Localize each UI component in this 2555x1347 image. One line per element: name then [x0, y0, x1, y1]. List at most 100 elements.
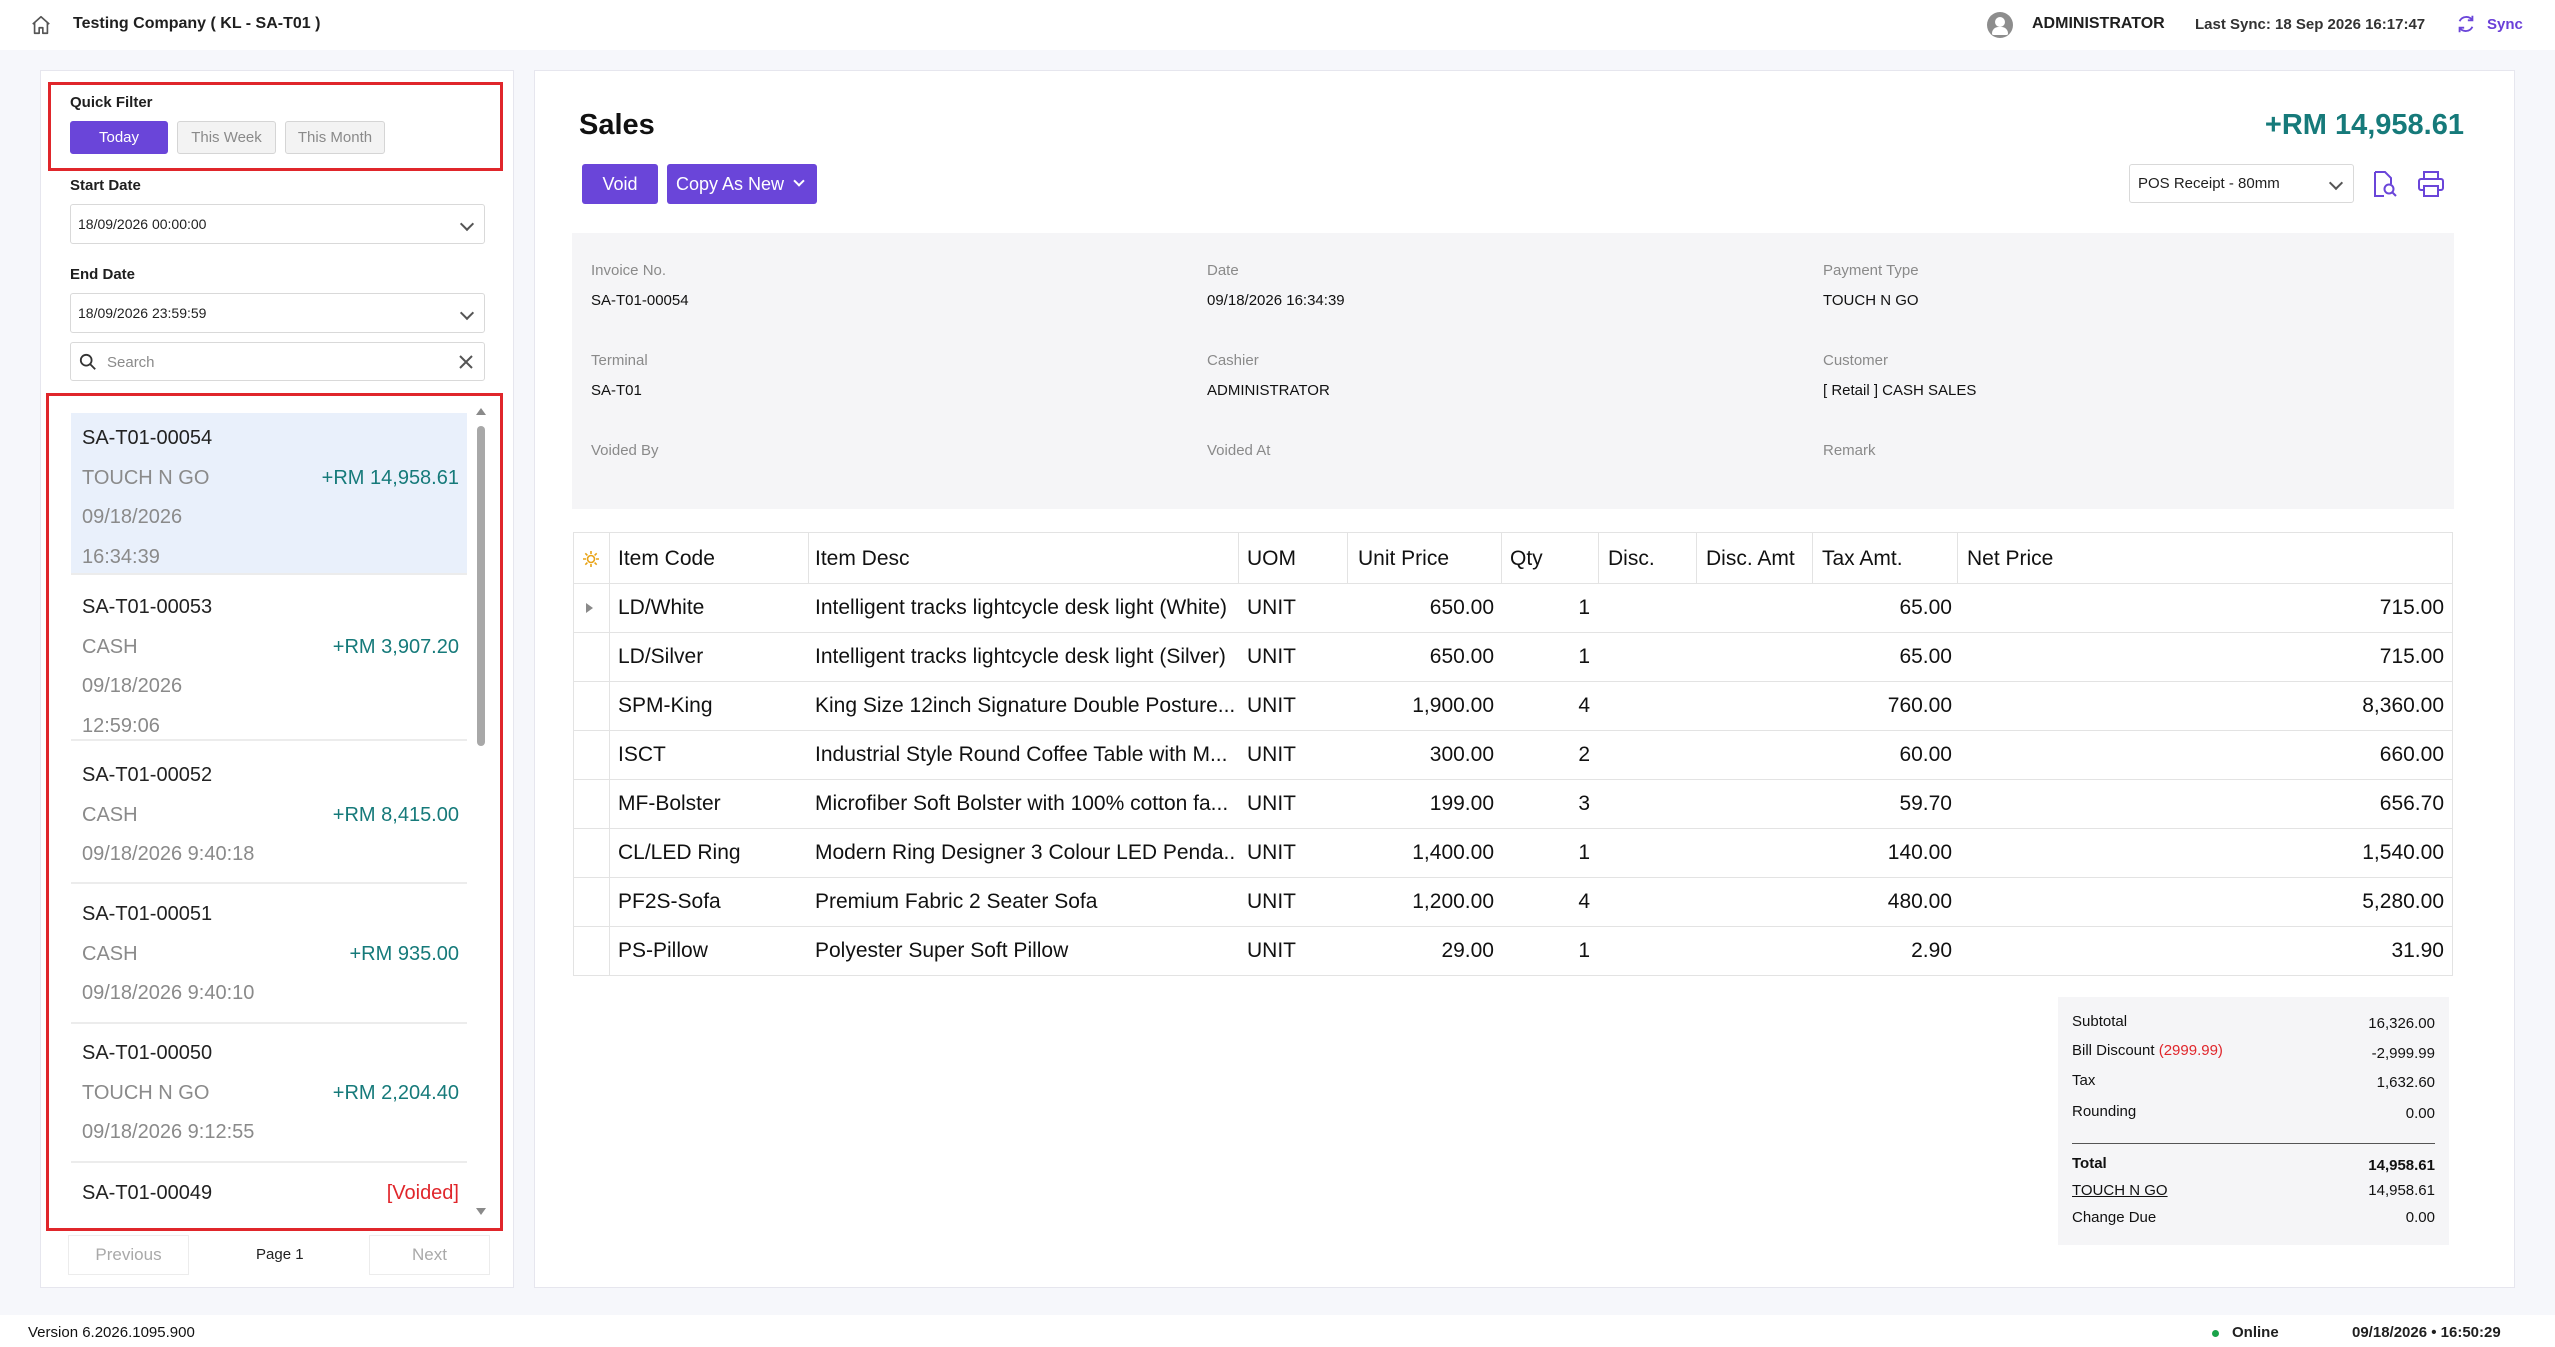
payment-type: CASH	[82, 804, 138, 826]
sale-date: 09/18/2026	[82, 675, 183, 697]
sync-icon[interactable]	[2455, 13, 2477, 35]
search-box	[70, 342, 485, 381]
col-item-desc[interactable]: Item Desc	[815, 547, 910, 571]
tax-amt-cell: 65.00	[1899, 645, 1952, 668]
column-settings-icon[interactable]	[582, 550, 600, 568]
expand-arrow-icon[interactable]	[586, 603, 593, 613]
table-row[interactable]: CL/LED Ring Modern Ring Designer 3 Colou…	[573, 829, 2453, 878]
print-preview-icon[interactable]	[2370, 170, 2398, 198]
bill-discount-amount-note: (2999.99)	[2158, 1042, 2223, 1059]
end-date-field[interactable]: 18/09/2026 23:59:59	[70, 293, 485, 333]
sync-button[interactable]: Sync	[2487, 16, 2523, 33]
filter-this-week-button[interactable]: This Week	[177, 121, 276, 154]
start-date-field[interactable]: 18/09/2026 00:00:00	[70, 204, 485, 244]
filter-this-month-button[interactable]: This Month	[285, 121, 385, 154]
customer-label: Customer	[1823, 352, 1889, 369]
copy-as-new-button[interactable]: Copy As New	[667, 164, 817, 204]
col-qty[interactable]: Qty	[1510, 547, 1543, 571]
sale-time: 16:34:39	[82, 546, 160, 568]
col-disc[interactable]: Disc.	[1608, 547, 1655, 571]
column-divider	[609, 533, 610, 583]
col-item-code[interactable]: Item Code	[618, 547, 715, 571]
cashier-value: ADMINISTRATOR	[1207, 382, 1330, 399]
item-desc-cell: Premium Fabric 2 Seater Sofa	[815, 890, 1098, 913]
bill-discount-value: -2,999.99	[2371, 1045, 2435, 1062]
uom-cell: UNIT	[1247, 596, 1296, 619]
col-tax-amt[interactable]: Tax Amt.	[1822, 547, 1903, 571]
tax-amt-cell: 65.00	[1899, 596, 1952, 619]
next-page-button[interactable]: Next	[369, 1235, 490, 1275]
rounding-value: 0.00	[2405, 1105, 2435, 1122]
sale-amount: +RM 3,907.20	[332, 636, 459, 658]
customer-value: [ Retail ] CASH SALES	[1823, 382, 1977, 399]
col-disc-amt[interactable]: Disc. Amt	[1706, 547, 1795, 571]
user-avatar-icon[interactable]	[1987, 12, 2013, 38]
col-net-price[interactable]: Net Price	[1967, 547, 2053, 571]
sales-list-item[interactable]: SA-T01-00049 [Voided]	[71, 1165, 467, 1228]
tax-amt-cell: 60.00	[1899, 743, 1952, 766]
column-divider	[1696, 533, 1697, 583]
sale-amount: +RM 14,958.61	[321, 467, 459, 489]
invoice-number: SA-T01-00049	[82, 1182, 213, 1204]
table-row[interactable]: PF2S-Sofa Premium Fabric 2 Seater Sofa U…	[573, 878, 2453, 927]
sales-list-item[interactable]: SA-T01-00053 CASH +RM 3,907.20 09/18/202…	[71, 579, 467, 741]
net-price-cell: 1,540.00	[2362, 841, 2444, 864]
invoice-no-value: SA-T01-00054	[591, 292, 689, 309]
net-price-cell: 660.00	[2379, 743, 2444, 766]
table-row[interactable]: SPM-King King Size 12inch Signature Doub…	[573, 682, 2453, 731]
sales-list-item[interactable]: SA-T01-00054 TOUCH N GO +RM 14,958.61 09…	[71, 413, 467, 575]
receipt-format-select[interactable]: POS Receipt - 80mm	[2129, 164, 2354, 203]
filter-today-button[interactable]: Today	[70, 121, 168, 154]
items-table-header: Item Code Item Desc UOM Unit Price Qty D…	[573, 532, 2453, 584]
sales-list-item[interactable]: SA-T01-00051 CASH +RM 935.00 09/18/2026 …	[71, 886, 467, 1024]
net-price-cell: 715.00	[2379, 645, 2444, 668]
sale-amount: +RM 8,415.00	[332, 804, 459, 826]
void-button[interactable]: Void	[582, 164, 658, 204]
close-icon[interactable]	[458, 354, 474, 370]
col-uom[interactable]: UOM	[1247, 547, 1296, 571]
payment-method-link[interactable]: TOUCH N GO	[2072, 1182, 2168, 1199]
voided-at-label: Voided At	[1207, 442, 1271, 459]
item-code-cell: LD/White	[618, 596, 705, 619]
column-divider	[1501, 533, 1502, 583]
column-divider	[609, 878, 610, 926]
print-icon[interactable]	[2416, 169, 2446, 199]
item-desc-cell: King Size 12inch Signature Double Postur…	[815, 694, 1235, 717]
uom-cell: UNIT	[1247, 694, 1296, 717]
item-code-cell: PS-Pillow	[618, 939, 708, 962]
table-row[interactable]: PS-Pillow Polyester Super Soft Pillow UN…	[573, 927, 2453, 976]
version-text: Version 6.2026.1095.900	[28, 1324, 195, 1341]
scroll-up-arrow-icon[interactable]	[476, 408, 486, 415]
total-label: Total	[2072, 1155, 2107, 1172]
sales-list-item[interactable]: SA-T01-00052 CASH +RM 8,415.00 09/18/202…	[71, 746, 467, 884]
col-unit-price[interactable]: Unit Price	[1358, 547, 1449, 571]
unit-price-cell: 1,900.00	[1412, 694, 1494, 717]
search-icon	[79, 353, 96, 370]
sale-time: 12:59:06	[82, 715, 160, 737]
net-price-cell: 656.70	[2379, 792, 2444, 815]
user-name[interactable]: ADMINISTRATOR	[2032, 15, 2165, 33]
current-datetime: 09/18/2026 • 16:50:29	[2352, 1324, 2501, 1341]
item-code-cell: MF-Bolster	[618, 792, 721, 815]
search-input[interactable]	[107, 349, 437, 375]
home-icon[interactable]	[30, 14, 52, 36]
payment-type: TOUCH N GO	[82, 1082, 210, 1104]
uom-cell: UNIT	[1247, 890, 1296, 913]
sales-list-item[interactable]: SA-T01-00050 TOUCH N GO +RM 2,204.40 09/…	[71, 1025, 467, 1163]
start-date-value: 18/09/2026 00:00:00	[78, 216, 207, 232]
qty-cell: 3	[1578, 792, 1590, 815]
table-row[interactable]: ISCT Industrial Style Round Coffee Table…	[573, 731, 2453, 780]
item-code-cell: ISCT	[618, 743, 666, 766]
table-row[interactable]: LD/White Intelligent tracks lightcycle d…	[573, 584, 2453, 633]
tax-amt-cell: 2.90	[1911, 939, 1952, 962]
table-row[interactable]: MF-Bolster Microfiber Soft Bolster with …	[573, 780, 2453, 829]
voided-by-label: Voided By	[591, 442, 659, 459]
item-code-cell: CL/LED Ring	[618, 841, 741, 864]
column-divider	[1957, 533, 1958, 583]
scroll-down-arrow-icon[interactable]	[476, 1208, 486, 1215]
table-row[interactable]: LD/Silver Intelligent tracks lightcycle …	[573, 633, 2453, 682]
invoice-number: SA-T01-00054	[82, 427, 213, 449]
previous-page-button[interactable]: Previous	[68, 1235, 189, 1275]
scrollbar-thumb[interactable]	[477, 426, 485, 746]
subtotal-label: Subtotal	[2072, 1013, 2128, 1030]
